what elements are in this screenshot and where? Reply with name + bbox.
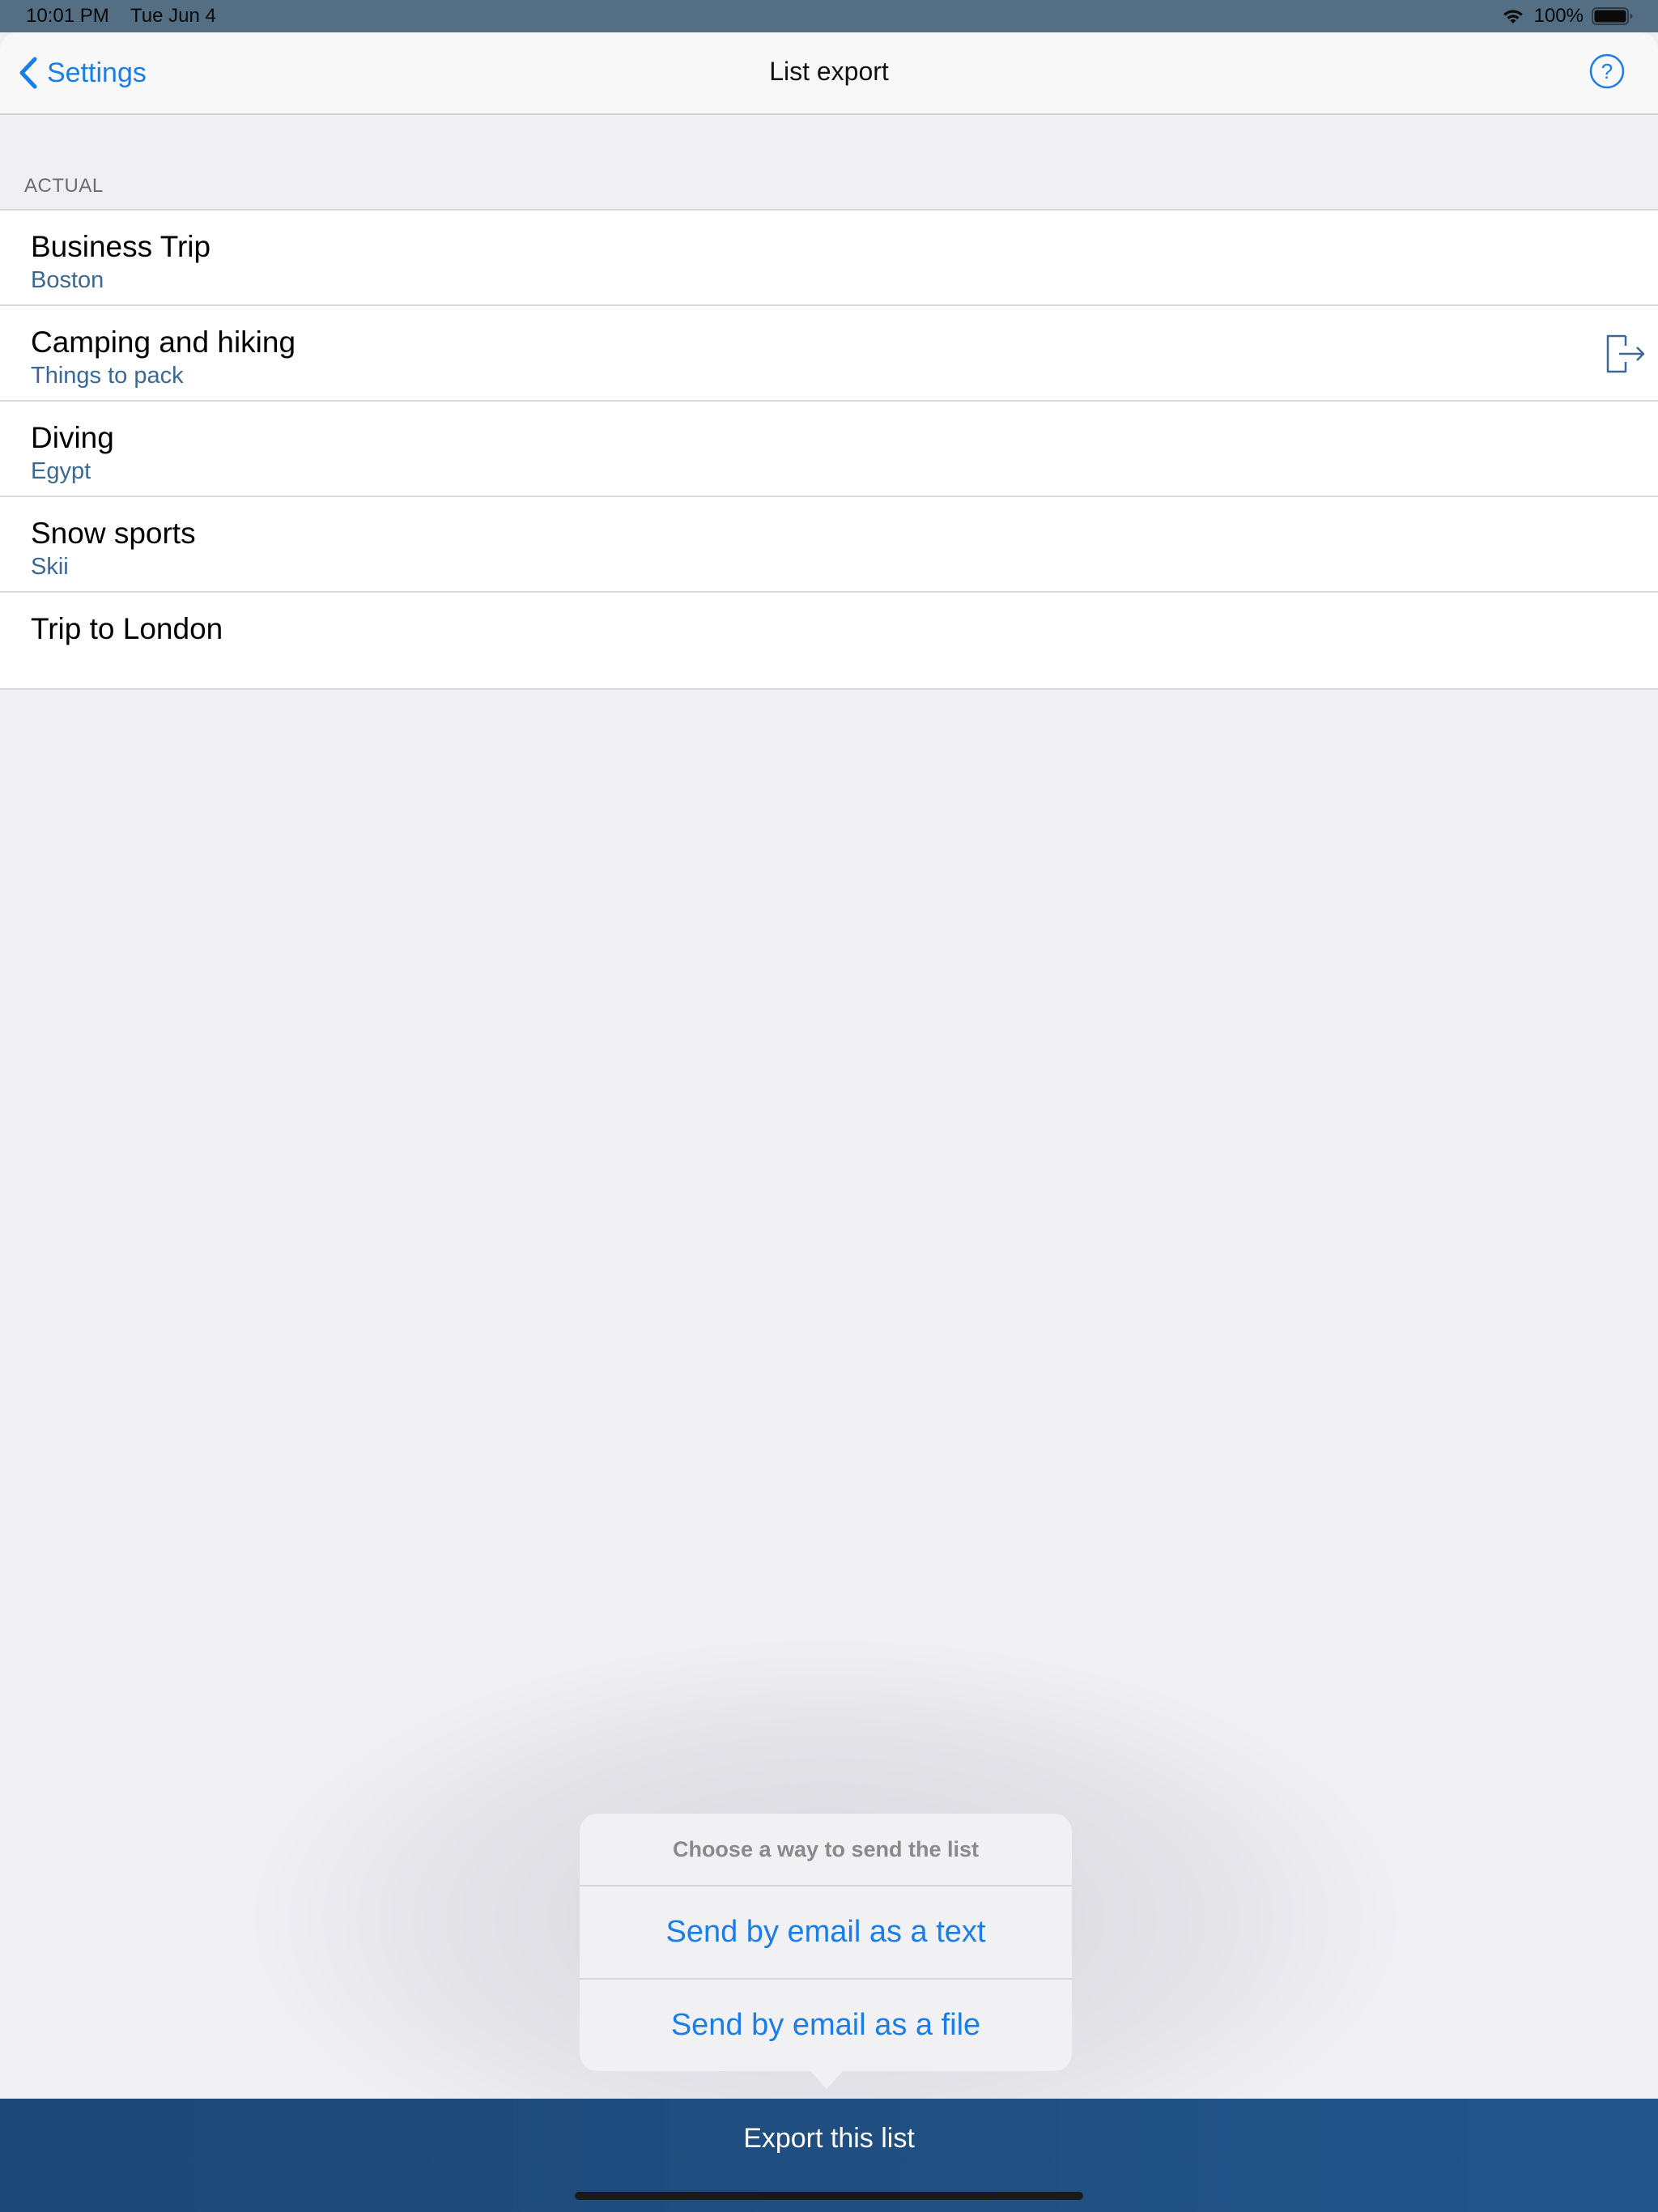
send-email-text-button[interactable]: Send by email as a text [580,1887,1072,1980]
status-bar: 10:01 PM Tue Jun 4 100% [0,0,1658,32]
list-item-trip-to-london[interactable]: Trip to London [0,593,1658,688]
bottom-bar: Export this list [0,2099,1658,2212]
send-email-file-button[interactable]: Send by email as a file [580,1980,1072,2071]
send-options-popover: Choose a way to send the list Send by em… [580,1814,1072,2071]
list-item-snow-sports[interactable]: Snow sports Skii [0,497,1658,593]
list-item-subtitle: Boston [31,267,104,293]
battery-icon [1592,7,1633,25]
help-icon[interactable]: ? [1588,53,1626,90]
list-item-title: Business Trip [31,230,211,263]
popover-arrow [809,2069,844,2089]
home-indicator[interactable] [575,2192,1083,2200]
page-title: List export [769,57,889,86]
popover-title: Choose a way to send the list [580,1814,1072,1887]
export-list-button[interactable]: Export this list [0,2123,1658,2155]
list-item-title: Camping and hiking [31,325,296,359]
svg-text:?: ? [1601,59,1613,83]
wifi-icon [1503,10,1523,23]
navigation-bar: Settings List export ? [0,32,1658,115]
list-item-diving[interactable]: Diving Egypt [0,402,1658,497]
list-item-subtitle: Egypt [31,458,91,484]
list-item-title: Snow sports [31,517,196,550]
battery-percentage: 100% [1533,5,1584,27]
list-item-title: Diving [31,421,114,454]
status-time-date: 10:01 PM Tue Jun 4 [26,5,232,28]
list-item-camping-and-hiking[interactable]: Camping and hiking Things to pack [0,306,1658,402]
list-item-title: Trip to London [31,612,223,645]
list-item-subtitle: Skii [31,554,69,580]
lists-table: Business Trip Boston Camping and hiking … [0,209,1658,690]
list-item-business-trip[interactable]: Business Trip Boston [0,211,1658,306]
status-date: Tue Jun 4 [130,5,216,27]
list-item-subtitle: Things to pack [31,363,184,389]
status-time: 10:01 PM [26,5,109,27]
section-header: ACTUAL [24,175,104,197]
export-icon[interactable] [1603,332,1647,376]
status-indicators: 100% [1500,5,1634,28]
